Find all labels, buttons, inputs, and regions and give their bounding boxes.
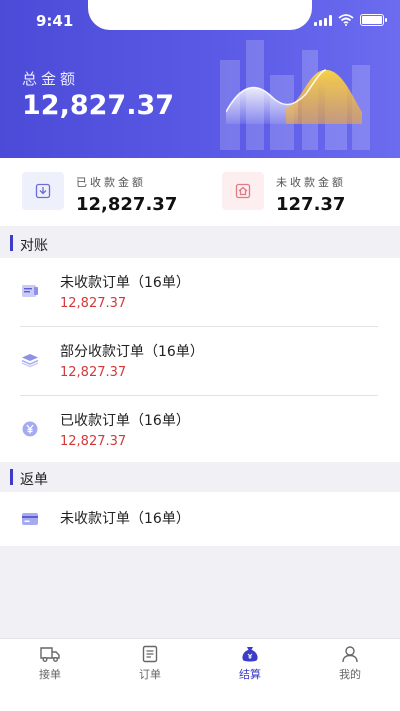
section-header-rebate: 返单	[0, 462, 400, 492]
tab-label: 接单	[39, 668, 61, 681]
house-box-icon	[222, 172, 264, 210]
signal-icon	[314, 14, 332, 26]
received-summary[interactable]: 已收款金额 12,827.37	[22, 172, 177, 215]
layers-icon	[20, 351, 40, 369]
list-item-amount: 12,827.37	[60, 365, 127, 380]
tab-mine[interactable]: 我的	[300, 639, 400, 686]
received-amount-label: 已收款金额	[76, 176, 146, 189]
list-item-unreceived-orders[interactable]: 未收款订单（16单） 12,827.37	[0, 258, 400, 327]
bottom-tab-bar: 接单 订单 结算 我的	[0, 638, 400, 686]
truck-icon	[40, 647, 60, 662]
status-icons	[314, 14, 387, 26]
device-notch	[88, 0, 312, 30]
amount-summary: 已收款金额 12,827.37 未收款金额 127.37	[0, 158, 400, 226]
tab-orders[interactable]: 订单	[100, 639, 200, 686]
home-indicator-area	[0, 686, 400, 711]
list-item-amount: 12,827.37	[60, 296, 127, 311]
list-item-name: 已收款订单（16单）	[60, 413, 190, 429]
list-item-name: 部分收款订单（16单）	[60, 344, 204, 360]
status-time: 9:41	[36, 12, 74, 30]
tab-label: 我的	[339, 668, 361, 681]
wave-decoration-graphic	[226, 69, 362, 124]
section-marker	[10, 469, 13, 485]
total-amount-label: 总金额	[22, 70, 80, 88]
unreceived-amount-value: 127.37	[276, 194, 346, 215]
list-item-name: 未收款订单（16单）	[60, 275, 190, 291]
tab-receive-orders[interactable]: 接单	[0, 639, 100, 686]
reconcile-list: 未收款订单（16单） 12,827.37 部分收款订单（16单） 12,827.…	[0, 258, 400, 465]
section-title: 返单	[20, 472, 48, 488]
tab-settlement[interactable]: 结算	[200, 639, 300, 686]
wifi-icon	[338, 14, 354, 26]
tab-label: 订单	[139, 668, 161, 681]
list-item-name: 未收款订单（16单）	[60, 511, 190, 527]
invoice-icon	[20, 282, 40, 300]
received-amount-value: 12,827.37	[76, 194, 178, 215]
yen-coin-icon	[20, 420, 40, 438]
unreceived-summary[interactable]: 未收款金额 127.37	[222, 172, 346, 215]
header-banner: 9:41 总金额 12,827.37	[0, 0, 400, 158]
unreceived-amount-label: 未收款金额	[276, 176, 346, 189]
section-title: 对账	[20, 238, 48, 254]
tab-label: 结算	[239, 668, 261, 681]
document-icon	[142, 645, 158, 663]
section-header-reconcile: 对账	[0, 228, 400, 258]
list-item-received-orders[interactable]: 已收款订单（16单） 12,827.37	[0, 396, 400, 465]
card-icon	[20, 510, 40, 528]
section-marker	[10, 235, 13, 251]
status-bar: 9:41	[0, 0, 400, 40]
total-amount-value: 12,827.37	[22, 90, 175, 121]
list-item-rebate-unreceived[interactable]: 未收款订单（16单）	[0, 492, 400, 546]
list-item-amount: 12,827.37	[60, 434, 127, 449]
money-bag-icon	[242, 647, 258, 662]
user-icon	[342, 646, 358, 663]
battery-icon	[360, 14, 387, 26]
download-box-icon	[22, 172, 64, 210]
list-item-partial-orders[interactable]: 部分收款订单（16单） 12,827.37	[0, 327, 400, 396]
rebate-list: 未收款订单（16单）	[0, 492, 400, 546]
